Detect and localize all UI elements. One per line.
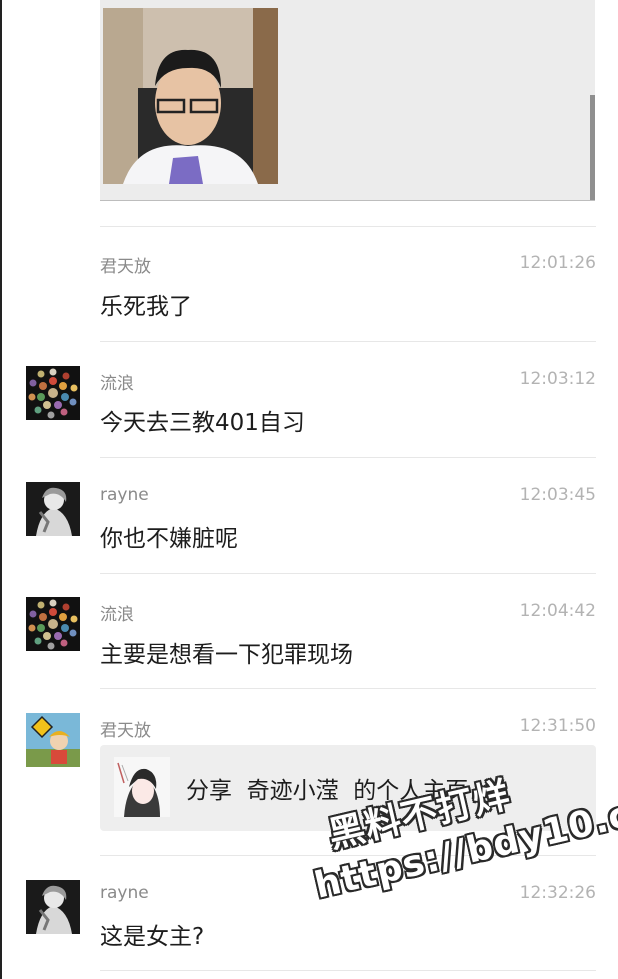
divider xyxy=(100,688,596,689)
sender-name: rayne xyxy=(100,883,149,903)
sender-name: 流浪 xyxy=(100,374,134,394)
divider xyxy=(100,855,596,856)
message-text: 你也不嫌脏呢 xyxy=(100,526,238,552)
cartoon-kid-avatar-icon[interactable] xyxy=(26,713,80,767)
divider xyxy=(100,457,596,458)
profile-thumbnail xyxy=(114,757,170,817)
message-text: 今天去三教401自习 xyxy=(100,410,305,436)
message-time: 12:03:45 xyxy=(519,485,596,505)
message-time: 12:32:26 xyxy=(519,883,596,903)
share-text: 分享 奇迹小滢 的个人主页 xyxy=(186,778,469,804)
message-text: 这是女主? xyxy=(100,924,205,950)
photo-thumbnail[interactable] xyxy=(103,8,278,184)
window-left-edge xyxy=(0,0,2,979)
divider xyxy=(100,226,596,227)
sender-name: 君天放 xyxy=(100,721,151,741)
divider xyxy=(100,573,596,574)
image-message[interactable] xyxy=(100,0,595,201)
message-time: 12:03:12 xyxy=(519,369,596,389)
anime-character-avatar-icon[interactable] xyxy=(26,880,80,934)
message-time: 12:04:42 xyxy=(519,601,596,621)
share-card[interactable]: 分享 奇迹小滢 的个人主页 xyxy=(100,745,596,831)
sender-name: 流浪 xyxy=(100,605,134,625)
divider xyxy=(100,341,596,342)
scrollbar[interactable] xyxy=(590,95,595,200)
message-time: 12:01:26 xyxy=(519,253,596,273)
message-text: 乐死我了 xyxy=(100,294,192,320)
colorful-dots-avatar-icon[interactable] xyxy=(26,366,80,420)
colorful-dots-avatar-icon[interactable] xyxy=(26,597,80,651)
divider xyxy=(100,970,596,971)
anime-character-avatar-icon[interactable] xyxy=(26,482,80,536)
message-time: 12:31:50 xyxy=(519,716,596,736)
message-text: 主要是想看一下犯罪现场 xyxy=(100,642,353,668)
sender-name: rayne xyxy=(100,485,149,505)
sender-name: 君天放 xyxy=(100,257,151,277)
